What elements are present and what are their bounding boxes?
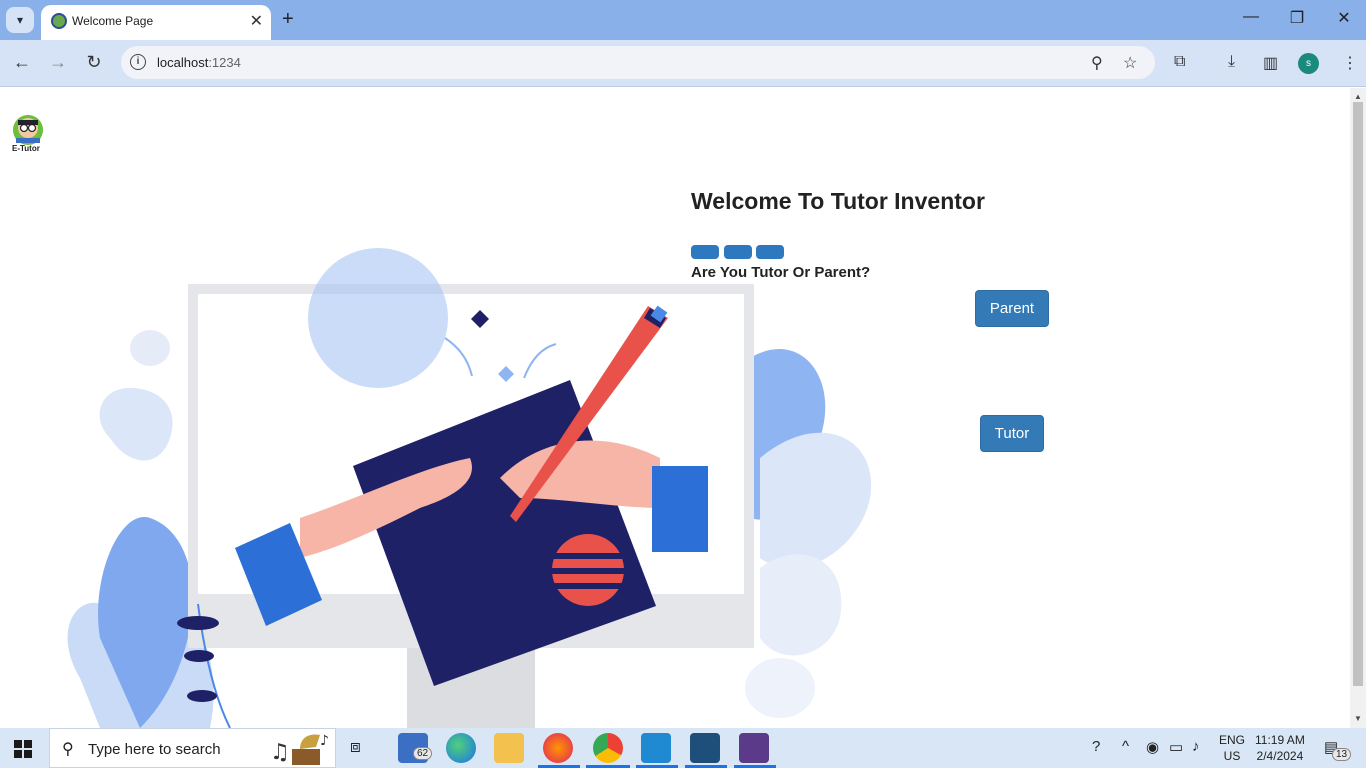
tab-search-button[interactable]: ▾ bbox=[6, 7, 34, 33]
back-button[interactable]: ← bbox=[10, 52, 34, 73]
pill-indicator bbox=[756, 245, 784, 259]
close-tab-icon[interactable]: ✕ bbox=[250, 11, 263, 31]
browser-tab[interactable]: Welcome Page ✕ bbox=[41, 5, 271, 40]
pill-indicator bbox=[724, 245, 752, 259]
edge-app-icon[interactable] bbox=[446, 733, 476, 763]
volume-icon[interactable]: ♪ bbox=[1192, 738, 1200, 755]
scroll-up-arrow-icon[interactable]: ▲ bbox=[1354, 92, 1362, 101]
side-panel-icon[interactable]: ▥ bbox=[1263, 53, 1278, 73]
screen: ▾ Welcome Page ✕ + — ❐ ✕ ← → ↻ i localho… bbox=[0, 0, 1366, 768]
tutor-button[interactable]: Tutor bbox=[980, 415, 1044, 452]
browser-toolbar: ← → ↻ i localhost:1234 ⚲ ☆ ⧉ ⤓ ▥ s ⋮ bbox=[0, 40, 1366, 87]
svg-text:♫: ♫ bbox=[270, 740, 290, 765]
vertical-scrollbar[interactable]: ▲ ▼ bbox=[1350, 88, 1366, 728]
search-icon: ⚲ bbox=[62, 741, 74, 758]
mysql-app-icon[interactable] bbox=[690, 733, 720, 763]
chrome-app-icon[interactable] bbox=[593, 733, 623, 763]
windows-start-icon[interactable] bbox=[14, 740, 32, 758]
logo-text: E-Tutor bbox=[12, 144, 40, 153]
tab-title: Welcome Page bbox=[72, 14, 154, 28]
meet-icon[interactable]: ◉ bbox=[1146, 738, 1159, 756]
tab-strip: ▾ Welcome Page ✕ + — ❐ ✕ bbox=[0, 0, 1366, 40]
show-hidden-icons-icon[interactable]: ^ bbox=[1122, 738, 1129, 755]
file-explorer-icon[interactable] bbox=[494, 733, 524, 763]
taskbar-search-box[interactable]: ⚲ Type here to search ♫ ♪ bbox=[49, 728, 336, 768]
language-indicator[interactable]: ENG US bbox=[1219, 732, 1245, 764]
firefox-app-icon[interactable] bbox=[543, 733, 573, 763]
search-placeholder: Type here to search bbox=[88, 741, 221, 758]
role-question: Are You Tutor Or Parent? bbox=[691, 264, 871, 281]
system-clock[interactable]: 11:19 AM 2/4/2024 bbox=[1255, 732, 1305, 764]
help-icon[interactable]: ? bbox=[1092, 738, 1100, 755]
notification-badge: 13 bbox=[1332, 748, 1352, 761]
new-tab-button[interactable]: + bbox=[282, 8, 294, 31]
url-text: localhost:1234 bbox=[157, 55, 241, 70]
xampp-app-icon[interactable] bbox=[739, 733, 769, 763]
parent-button[interactable]: Parent bbox=[975, 290, 1049, 327]
page-content: E-Tutor Welcome To Tutor Inventor Are Yo… bbox=[0, 88, 1350, 728]
minimize-button[interactable]: — bbox=[1236, 8, 1266, 26]
site-info-icon[interactable]: i bbox=[130, 54, 146, 70]
scroll-down-arrow-icon[interactable]: ▼ bbox=[1354, 714, 1362, 723]
bookmark-star-icon[interactable]: ☆ bbox=[1123, 53, 1137, 73]
profile-avatar[interactable]: s bbox=[1298, 53, 1319, 74]
close-window-button[interactable]: ✕ bbox=[1329, 8, 1359, 28]
forward-button[interactable]: → bbox=[46, 52, 70, 73]
address-bar[interactable]: i localhost:1234 ⚲ ☆ bbox=[121, 46, 1155, 79]
scroll-thumb[interactable] bbox=[1353, 102, 1363, 686]
download-icon[interactable]: ⤓ bbox=[1228, 53, 1235, 71]
search-highlight-icon: ♫ ♪ bbox=[270, 733, 329, 765]
mail-badge: 62 bbox=[413, 747, 433, 760]
hero-illustration bbox=[67, 248, 872, 728]
reload-button[interactable]: ↻ bbox=[82, 52, 106, 73]
extensions-icon[interactable]: ⧉ bbox=[1174, 53, 1185, 71]
restore-button[interactable]: ❐ bbox=[1282, 8, 1312, 28]
battery-icon[interactable]: ▭ bbox=[1169, 738, 1183, 756]
task-view-icon[interactable]: ⧈ bbox=[350, 737, 361, 757]
svg-text:♪: ♪ bbox=[320, 733, 329, 749]
zoom-icon[interactable]: ⚲ bbox=[1091, 53, 1103, 73]
page-title: Welcome To Tutor Inventor bbox=[691, 188, 985, 214]
menu-kebab-icon[interactable]: ⋮ bbox=[1342, 53, 1358, 73]
pill-indicator bbox=[691, 245, 719, 259]
vscode-app-icon[interactable] bbox=[641, 733, 671, 763]
favicon-icon bbox=[51, 13, 67, 29]
windows-taskbar: ⚲ Type here to search ♫ ♪ ⧈ 62 ? ^ ◉ ▭ ♪ bbox=[0, 728, 1366, 768]
